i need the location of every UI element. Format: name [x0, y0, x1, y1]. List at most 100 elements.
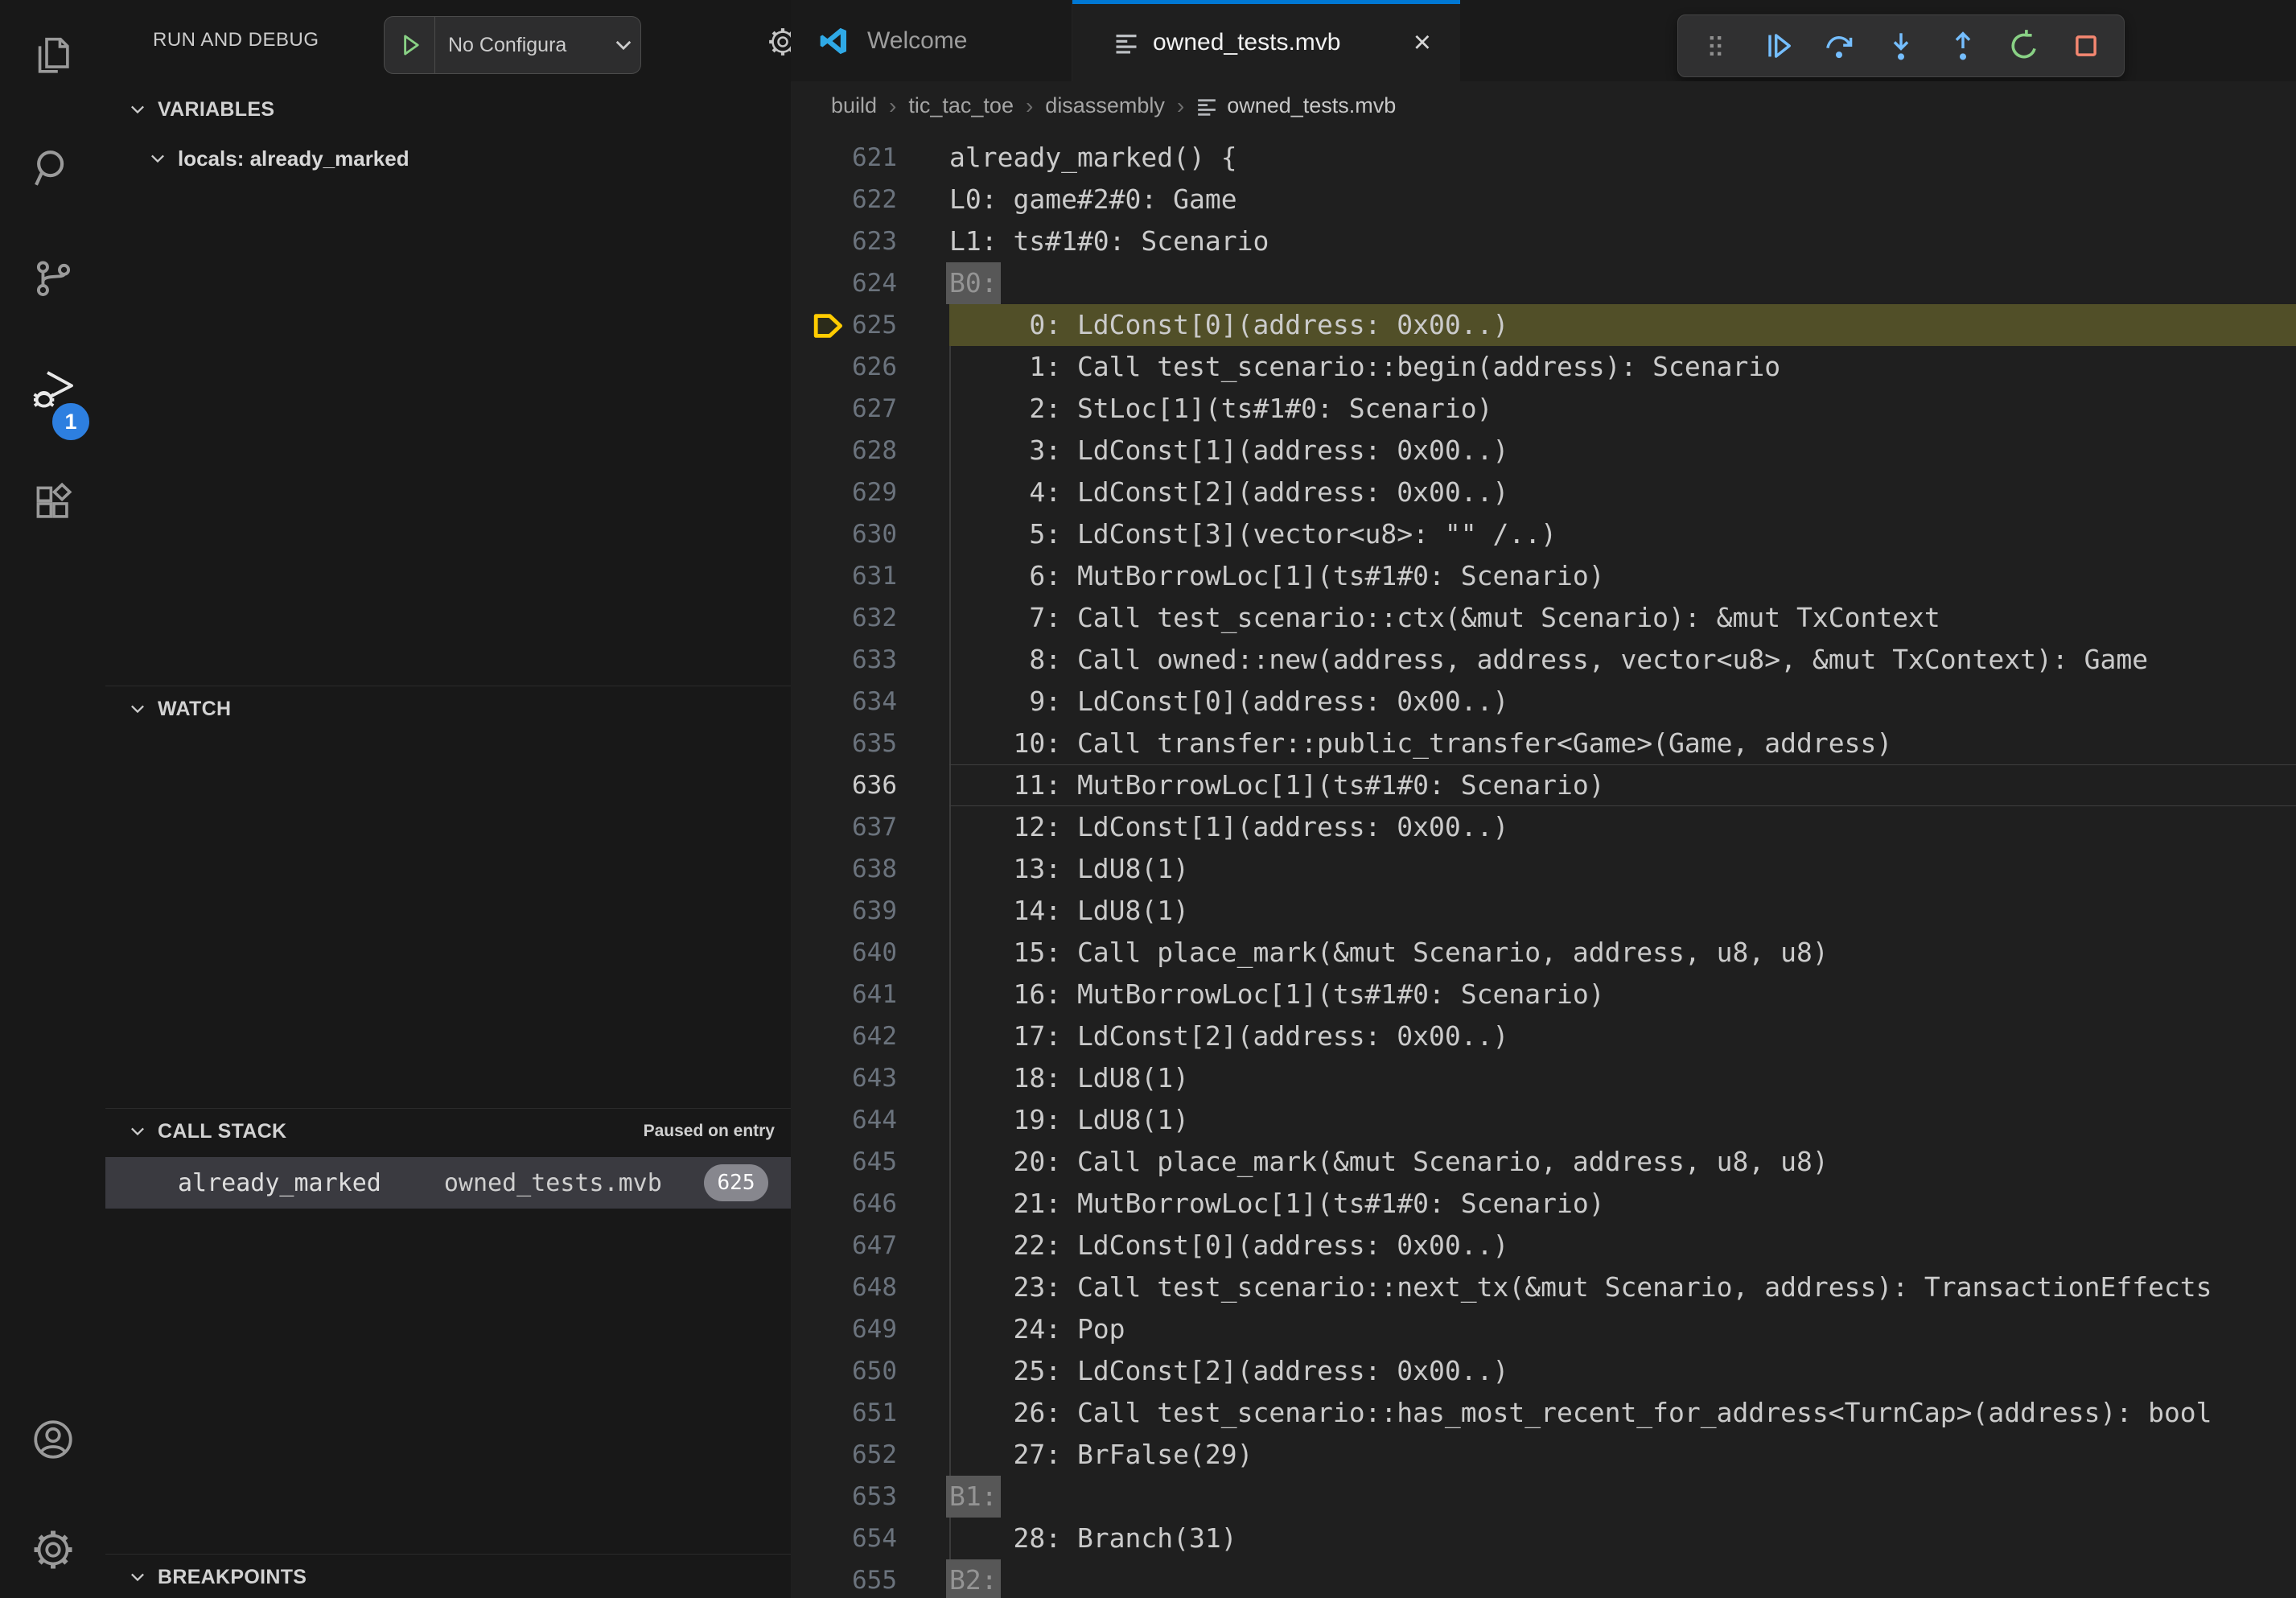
code-line[interactable]: 623L1: ts#1#0: Scenario — [791, 220, 2296, 262]
breakpoints-section-header[interactable]: BREAKPOINTS — [105, 1555, 791, 1598]
source-control-icon[interactable] — [0, 253, 105, 304]
locals-scope-row[interactable]: locals: already_marked — [105, 135, 791, 182]
breadcrumb-item[interactable]: disassembly — [1045, 93, 1165, 118]
close-icon[interactable]: × — [1413, 27, 1431, 58]
code-line[interactable]: 652 27: BrFalse(29) — [791, 1434, 2296, 1476]
line-number: 631 — [791, 555, 949, 597]
code-line[interactable]: 651 26: Call test_scenario::has_most_rec… — [791, 1392, 2296, 1434]
breadcrumb-item[interactable]: build — [831, 93, 877, 118]
gutter-cell[interactable]: 651 — [791, 1392, 949, 1434]
gutter-cell[interactable]: 634 — [791, 681, 949, 723]
gutter-cell[interactable]: 654 — [791, 1518, 949, 1559]
extensions-icon[interactable] — [0, 477, 105, 529]
code-line[interactable]: 646 21: MutBorrowLoc[1](ts#1#0: Scenario… — [791, 1183, 2296, 1225]
gutter-cell[interactable]: 625 — [791, 304, 949, 346]
code-line[interactable]: 630 5: LdConst[3](vector<u8>: "" /..) — [791, 513, 2296, 555]
settings-gear-icon[interactable] — [0, 1524, 105, 1575]
gutter-cell[interactable]: 652 — [791, 1434, 949, 1476]
code-line[interactable]: 621already_marked() { — [791, 137, 2296, 179]
tab-welcome[interactable]: Welcome — [793, 0, 1072, 81]
code-line[interactable]: 654 28: Branch(31) — [791, 1518, 2296, 1559]
code-line[interactable]: 641 16: MutBorrowLoc[1](ts#1#0: Scenario… — [791, 974, 2296, 1015]
variables-section-header[interactable]: VARIABLES — [105, 87, 791, 132]
gutter-cell[interactable]: 646 — [791, 1183, 949, 1225]
gutter-cell[interactable]: 647 — [791, 1225, 949, 1266]
gutter-cell[interactable]: 637 — [791, 806, 949, 848]
code-line[interactable]: 625 0: LdConst[0](address: 0x00..) — [791, 304, 2296, 346]
gutter-cell[interactable]: 629 — [791, 472, 949, 513]
watch-section-header[interactable]: WATCH — [105, 686, 791, 731]
gutter-cell[interactable]: 650 — [791, 1350, 949, 1392]
code-line[interactable]: 622L0: game#2#0: Game — [791, 179, 2296, 220]
gutter-cell[interactable]: 638 — [791, 848, 949, 890]
code-line[interactable]: 638 13: LdU8(1) — [791, 848, 2296, 890]
code-line[interactable]: 633 8: Call owned::new(address, address,… — [791, 639, 2296, 681]
gutter-cell[interactable]: 621 — [791, 137, 949, 179]
gutter-cell[interactable]: 648 — [791, 1266, 949, 1308]
code-line[interactable]: 635 10: Call transfer::public_transfer<G… — [791, 723, 2296, 764]
gutter-cell[interactable]: 627 — [791, 388, 949, 430]
start-debugging-button[interactable]: No Configura — [384, 16, 641, 74]
gutter-cell[interactable]: 655 — [791, 1559, 949, 1598]
gutter-cell[interactable]: 630 — [791, 513, 949, 555]
gutter-cell[interactable]: 643 — [791, 1057, 949, 1099]
gutter-cell[interactable]: 635 — [791, 723, 949, 764]
code-line[interactable]: 649 24: Pop — [791, 1308, 2296, 1350]
gutter-cell[interactable]: 632 — [791, 597, 949, 639]
gutter-cell[interactable]: 653 — [791, 1476, 949, 1518]
code-line[interactable]: 637 12: LdConst[1](address: 0x00..) — [791, 806, 2296, 848]
step-over-icon[interactable] — [1816, 23, 1862, 69]
stack-frame-row[interactable]: already_marked owned_tests.mvb 625 — [105, 1157, 791, 1209]
chevron-down-icon[interactable] — [611, 33, 636, 57]
gutter-cell[interactable]: 628 — [791, 430, 949, 472]
gutter-cell[interactable]: 641 — [791, 974, 949, 1015]
code-line[interactable]: 631 6: MutBorrowLoc[1](ts#1#0: Scenario) — [791, 555, 2296, 597]
code-line[interactable]: 629 4: LdConst[2](address: 0x00..) — [791, 472, 2296, 513]
code-line[interactable]: 636 11: MutBorrowLoc[1](ts#1#0: Scenario… — [791, 764, 2296, 806]
code-line[interactable]: 628 3: LdConst[1](address: 0x00..) — [791, 430, 2296, 472]
gutter-cell[interactable]: 649 — [791, 1308, 949, 1350]
code-line[interactable]: 645 20: Call place_mark(&mut Scenario, a… — [791, 1141, 2296, 1183]
gutter-cell[interactable]: 639 — [791, 890, 949, 932]
gutter-cell[interactable]: 622 — [791, 179, 949, 220]
code-line[interactable]: 640 15: Call place_mark(&mut Scenario, a… — [791, 932, 2296, 974]
gutter-cell[interactable]: 624 — [791, 262, 949, 304]
gutter-cell[interactable]: 626 — [791, 346, 949, 388]
restart-icon[interactable] — [2001, 23, 2047, 69]
code-line[interactable]: 634 9: LdConst[0](address: 0x00..) — [791, 681, 2296, 723]
gutter-cell[interactable]: 644 — [791, 1099, 949, 1141]
code-line[interactable]: 624B0: — [791, 262, 2296, 304]
gutter-cell[interactable]: 642 — [791, 1015, 949, 1057]
gutter-cell[interactable]: 623 — [791, 220, 949, 262]
tab-owned-tests[interactable]: owned_tests.mvb × — [1072, 0, 1460, 81]
gutter-cell[interactable]: 633 — [791, 639, 949, 681]
step-out-icon[interactable] — [1940, 23, 1986, 69]
explorer-icon[interactable] — [0, 30, 105, 81]
breadcrumb-item[interactable]: tic_tac_toe — [908, 93, 1014, 118]
code-line[interactable]: 647 22: LdConst[0](address: 0x00..) — [791, 1225, 2296, 1266]
code-line[interactable]: 642 17: LdConst[2](address: 0x00..) — [791, 1015, 2296, 1057]
play-icon[interactable] — [385, 31, 434, 59]
code-line[interactable]: 650 25: LdConst[2](address: 0x00..) — [791, 1350, 2296, 1392]
stop-icon[interactable] — [2063, 23, 2109, 69]
gutter-cell[interactable]: 640 — [791, 932, 949, 974]
debug-configuration-select[interactable]: No Configura — [448, 34, 611, 57]
code-line[interactable]: 644 19: LdU8(1) — [791, 1099, 2296, 1141]
step-into-icon[interactable] — [1878, 23, 1924, 69]
accounts-icon[interactable] — [0, 1414, 105, 1465]
breadcrumb-file[interactable]: owned_tests.mvb — [1196, 93, 1396, 118]
continue-icon[interactable] — [1755, 23, 1801, 69]
code-line[interactable]: 639 14: LdU8(1) — [791, 890, 2296, 932]
search-icon[interactable] — [0, 142, 105, 194]
code-line[interactable]: 648 23: Call test_scenario::next_tx(&mut… — [791, 1266, 2296, 1308]
code-line[interactable]: 643 18: LdU8(1) — [791, 1057, 2296, 1099]
gutter-cell[interactable]: 645 — [791, 1141, 949, 1183]
code-line[interactable]: 627 2: StLoc[1](ts#1#0: Scenario) — [791, 388, 2296, 430]
code-line[interactable]: 653B1: — [791, 1476, 2296, 1518]
code-line[interactable]: 626 1: Call test_scenario::begin(address… — [791, 346, 2296, 388]
gutter-cell[interactable]: 631 — [791, 555, 949, 597]
code-line[interactable]: 655B2: — [791, 1559, 2296, 1598]
gutter-cell[interactable]: 636 — [791, 764, 949, 806]
drag-grip-icon[interactable] — [1693, 23, 1739, 69]
code-line[interactable]: 632 7: Call test_scenario::ctx(&mut Scen… — [791, 597, 2296, 639]
